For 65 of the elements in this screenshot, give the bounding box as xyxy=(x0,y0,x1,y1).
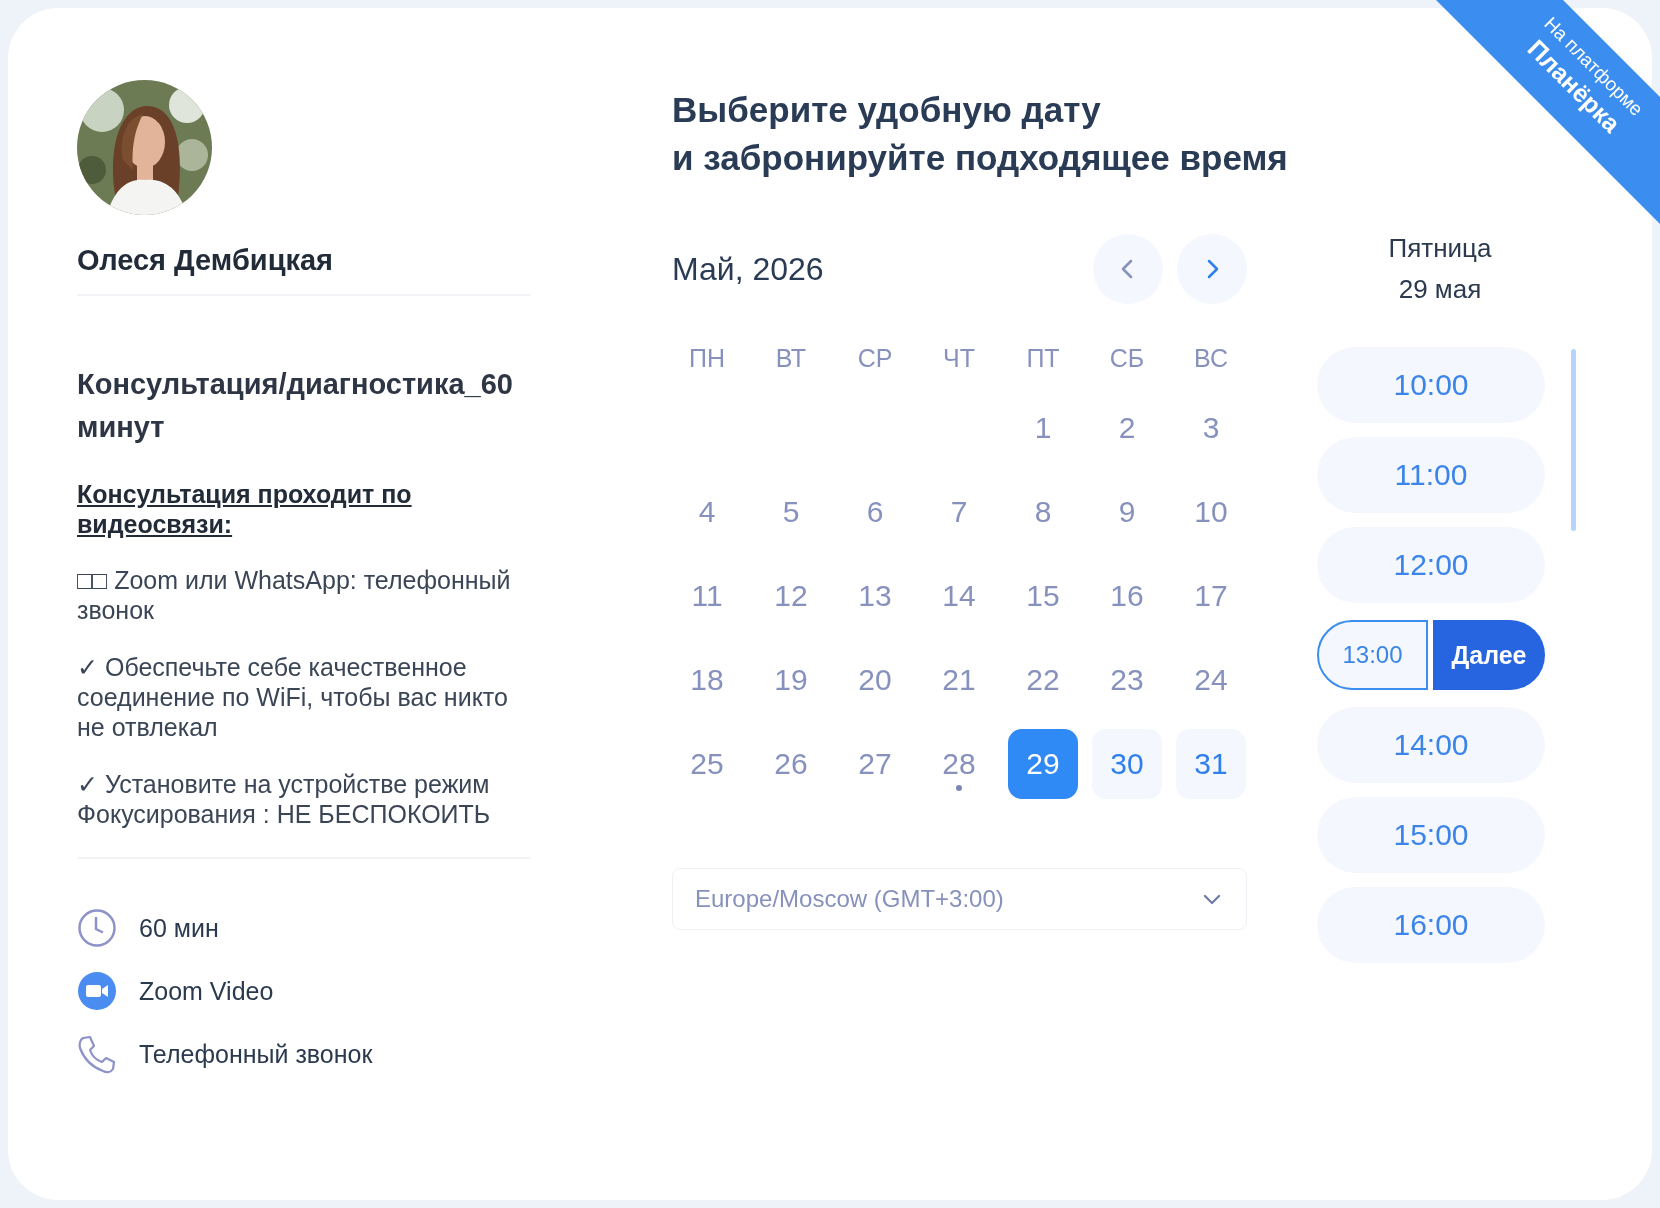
calendar-day[interactable]: 2 xyxy=(1092,393,1162,463)
calendar-day[interactable]: 22 xyxy=(1008,645,1078,715)
calendar-day[interactable]: 21 xyxy=(924,645,994,715)
time-slot[interactable]: 16:00 xyxy=(1317,887,1545,963)
weekday-label: ВС xyxy=(1193,343,1229,373)
video-camera-icon xyxy=(77,971,117,1011)
calendar-day[interactable]: 18 xyxy=(672,645,742,715)
calendar-day[interactable]: 12 xyxy=(756,561,826,631)
calendar-day[interactable]: 14 xyxy=(924,561,994,631)
note-text: ✓ Обеспечьте себе качественное соединение по WiFi, чтобы вас никто не отвлекал xyxy=(77,652,509,742)
note-text: □□ Zoom или WhatsApp: телефонный звонок xyxy=(77,565,512,625)
page-heading: Выберите удобную дату xyxy=(672,89,1101,131)
calendar-day[interactable]: 13 xyxy=(840,561,910,631)
calendar-day[interactable]: 6 xyxy=(840,477,910,547)
description-heading: Консультация проходит по видеосвязи: xyxy=(77,479,413,539)
phone-icon xyxy=(77,1034,117,1074)
calendar-day[interactable]: 15 xyxy=(1008,561,1078,631)
scrollbar[interactable] xyxy=(1571,349,1576,531)
clock-icon xyxy=(77,908,117,948)
calendar-day[interactable]: 24 xyxy=(1176,645,1246,715)
note-text: ✓ Установите на устройстве режим Фокусирования : НЕ БЕСПОКОИТЬ xyxy=(77,769,492,829)
day-heading: 29 мая xyxy=(1397,273,1483,306)
calendar-day[interactable]: 17 xyxy=(1176,561,1246,631)
calendar-day[interactable]: 30 xyxy=(1092,729,1162,799)
weekday-label: СБ xyxy=(1108,343,1146,373)
timezone-dropdown[interactable]: Europe/Moscow (GMT+3:00) xyxy=(672,868,1247,930)
day-heading: Пятница xyxy=(1387,232,1493,265)
weekday-label: ПТ xyxy=(1025,343,1061,373)
calendar-day[interactable]: 26 xyxy=(756,729,826,799)
host-name: Олеся Дембицкая xyxy=(77,244,335,276)
detail-label: Zoom Video xyxy=(139,976,274,1006)
calendar-day[interactable]: 4 xyxy=(672,477,742,547)
time-slot[interactable]: 15:00 xyxy=(1317,797,1545,873)
calendar-day[interactable]: 3 xyxy=(1176,393,1246,463)
event-title: Консультация/диагностика_60 минут xyxy=(77,367,514,445)
calendar-day[interactable]: 1 xyxy=(1008,393,1078,463)
calendar-day[interactable]: 8 xyxy=(1008,477,1078,547)
weekday-label: ПН xyxy=(688,343,726,373)
detail-label: Телефонный звонок xyxy=(139,1039,373,1069)
calendar-day[interactable]: 31 xyxy=(1176,729,1246,799)
calendar-day[interactable]: 28 xyxy=(924,729,994,799)
calendar-day[interactable]: 19 xyxy=(756,645,826,715)
calendar-day[interactable]: 16 xyxy=(1092,561,1162,631)
calendar-day[interactable]: 11 xyxy=(672,561,742,631)
time-slot[interactable]: 12:00 xyxy=(1317,527,1545,603)
calendar-day[interactable]: 20 xyxy=(840,645,910,715)
time-slot[interactable]: 11:00 xyxy=(1317,437,1545,513)
calendar-day[interactable]: 9 xyxy=(1092,477,1162,547)
calendar-day[interactable]: 27 xyxy=(840,729,910,799)
weekday-label: ВТ xyxy=(774,343,808,373)
calendar-day[interactable]: 25 xyxy=(672,729,742,799)
calendar-day[interactable]: 10 xyxy=(1176,477,1246,547)
time-slot[interactable]: 10:00 xyxy=(1317,347,1545,423)
weekday-label: СР xyxy=(856,343,894,373)
weekday-label: ЧТ xyxy=(942,343,976,373)
calendar-day[interactable]: 5 xyxy=(756,477,826,547)
detail-label: 60 мин xyxy=(139,913,219,943)
page-heading: и забронируйте подходящее время xyxy=(672,137,1288,179)
calendar-day[interactable]: 7 xyxy=(924,477,994,547)
next-button[interactable]: Далее xyxy=(1433,620,1545,690)
calendar-day[interactable]: 29 xyxy=(1008,729,1078,799)
calendar-day[interactable]: 23 xyxy=(1092,645,1162,715)
time-slot[interactable]: 13:00 xyxy=(1317,620,1428,690)
time-slot[interactable]: 14:00 xyxy=(1317,707,1545,783)
month-label: Май, 2026 xyxy=(672,250,825,288)
